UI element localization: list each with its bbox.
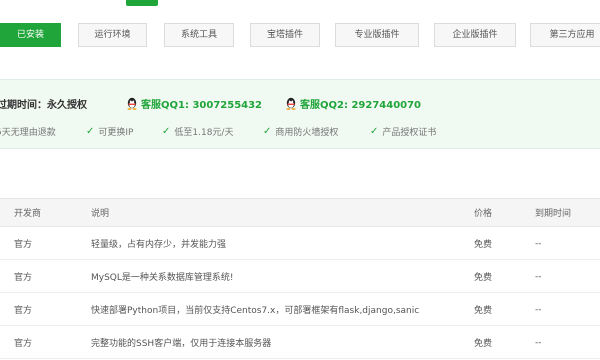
feature-label: 产品授权证书 — [382, 128, 437, 138]
feature-certificate: ✓ 产品授权证书 — [370, 125, 436, 138]
check-icon: ✓ — [86, 126, 95, 137]
cell-developer: 官方 — [14, 273, 33, 283]
header-price[interactable]: 价格 — [474, 199, 492, 226]
table-row[interactable]: 官方 MySQL是一种关系数据库管理系统! 免费 -- — [0, 261, 600, 293]
feature-change-ip: ✓ 可更换IP — [86, 125, 133, 138]
cell-developer: 官方 — [14, 306, 33, 316]
check-icon: ✓ — [263, 126, 272, 137]
feature-label: 商用防火墙授权 — [275, 128, 339, 138]
feature-price: ✓ 低至1.18元/天 — [162, 125, 233, 138]
cell-developer: 官方 — [14, 240, 33, 250]
check-icon: ✓ — [370, 126, 379, 137]
tab-pro-plugins[interactable]: 专业版插件 — [335, 23, 419, 47]
tab-runtime-env[interactable]: 运行环境 — [78, 23, 147, 47]
qq-penguin-icon — [127, 97, 137, 110]
cell-price: 免费 — [474, 306, 493, 316]
cell-price: 免费 — [474, 240, 493, 250]
header-expire[interactable]: 到期时间 — [535, 199, 571, 226]
tab-system-tools[interactable]: 系统工具 — [164, 23, 234, 47]
header-description: 说明 — [91, 209, 110, 219]
feature-label: 5天无理由退款 — [0, 128, 56, 138]
qq2-text: 客服QQ2: 2927440070 — [300, 100, 422, 111]
feature-refund: 5天无理由退款 — [0, 125, 56, 138]
cell-expire: -- — [535, 271, 542, 282]
tab-third-party[interactable]: 第三方应用 — [530, 23, 600, 47]
cell-developer: 官方 — [14, 339, 33, 349]
cell-expire: -- — [535, 238, 542, 249]
top-action-button[interactable] — [126, 0, 158, 6]
cell-expire: -- — [535, 304, 542, 315]
check-icon: ✓ — [162, 126, 171, 137]
cell-description: 轻量级，占有内存少，并发能力强 — [91, 240, 227, 250]
table-header: 开发商 说明 价格 到期时间 — [0, 198, 600, 227]
qq-penguin-icon — [286, 97, 296, 110]
tab-installed[interactable]: 已安装 — [0, 23, 61, 47]
cell-description: 完整功能的SSH客户端，仅用于连接本服务器 — [91, 339, 272, 349]
feature-label: 可更换IP — [98, 128, 134, 138]
tab-enterprise-plugins[interactable]: 企业版插件 — [434, 23, 516, 47]
expire-time: 过期时间：永久授权 — [0, 100, 87, 111]
support-qq2[interactable]: 客服QQ2: 2927440070 — [285, 96, 421, 111]
table-row[interactable]: 官方 快速部署Python项目，当前仅支持Centos7.x，可部署框架有fla… — [0, 294, 600, 326]
cell-description: 快速部署Python项目，当前仅支持Centos7.x，可部署框架有flask,… — [91, 306, 420, 316]
cell-price: 免费 — [474, 273, 493, 283]
cell-expire: -- — [535, 337, 542, 348]
cell-price: 免费 — [474, 339, 493, 349]
tab-bt-plugins[interactable]: 宝塔插件 — [250, 23, 320, 47]
feature-label: 低至1.18元/天 — [174, 128, 234, 138]
license-info-panel: 过期时间：永久授权 客服QQ1: 3007255432 客服QQ2: 29274… — [0, 79, 600, 149]
table-row[interactable]: 官方 完整功能的SSH客户端，仅用于连接本服务器 免费 -- — [0, 327, 600, 359]
header-developer[interactable]: 开发商 — [14, 199, 41, 226]
table-row[interactable]: 官方 轻量级，占有内存少，并发能力强 免费 -- — [0, 228, 600, 260]
cell-description: MySQL是一种关系数据库管理系统! — [91, 273, 234, 283]
qq1-text: 客服QQ1: 3007255432 — [141, 100, 263, 111]
feature-firewall: ✓ 商用防火墙授权 — [263, 125, 338, 138]
plugin-category-tabs: 已安装 运行环境 系统工具 宝塔插件 专业版插件 企业版插件 第三方应用 — [0, 23, 600, 49]
support-qq1[interactable]: 客服QQ1: 3007255432 — [126, 96, 262, 111]
